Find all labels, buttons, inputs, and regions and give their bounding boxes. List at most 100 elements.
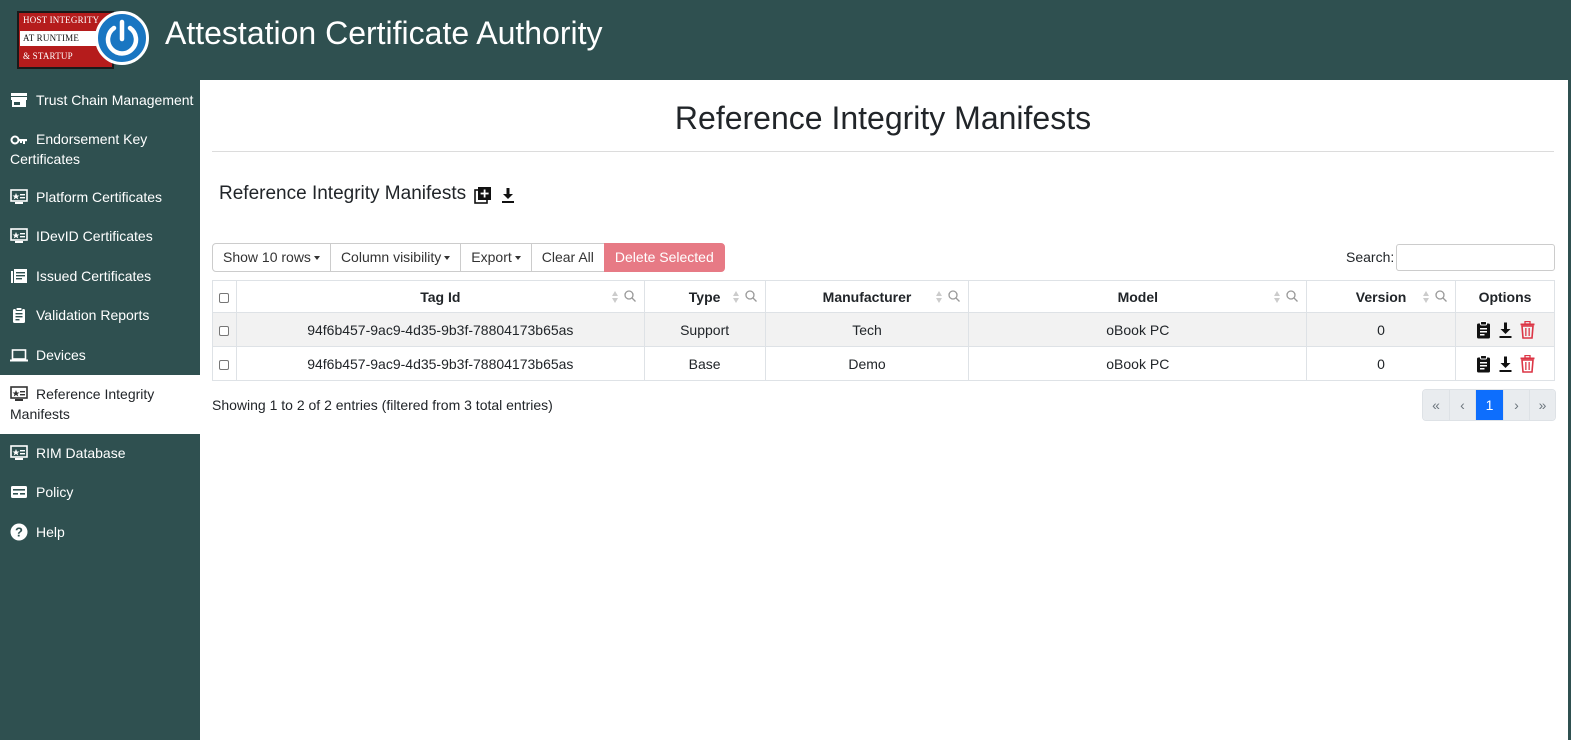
column-header-label: Type xyxy=(688,288,721,305)
row-checkbox[interactable] xyxy=(219,359,230,370)
column-search-icon xyxy=(624,290,636,302)
select-all-header xyxy=(212,280,237,313)
policy-card-icon xyxy=(10,484,28,500)
sidebar-item-label: IDevID Certificates xyxy=(36,228,153,244)
column-search-icon xyxy=(1286,290,1299,302)
title-divider xyxy=(212,151,1554,152)
column-visibility-dropdown[interactable]: Column visibility xyxy=(329,243,462,272)
sidebar-item-label: Reference Integrity Manifests xyxy=(10,386,155,422)
caret-down-icon xyxy=(444,256,451,261)
power-icon xyxy=(95,11,149,65)
sidebar-item-idevid-certificates[interactable]: IDevID Certificates xyxy=(0,226,200,246)
page-1-button[interactable]: 1 xyxy=(1475,390,1503,420)
delete-selected-button[interactable]: Delete Selected xyxy=(603,243,725,272)
clear-all-button[interactable]: Clear All xyxy=(530,243,605,272)
page-title: Reference Integrity Manifests xyxy=(674,100,1092,136)
delete-icon[interactable] xyxy=(1519,354,1536,373)
section-title: Reference Integrity Manifests xyxy=(219,183,467,204)
show-rows-dropdown[interactable]: Show 10 rows xyxy=(212,243,331,272)
stack-list-icon xyxy=(10,268,28,284)
sort-icon xyxy=(936,291,943,303)
certificate-monitor-icon xyxy=(10,386,28,402)
column-header-manufacturer[interactable]: Manufacturer xyxy=(764,280,970,313)
cell-tag-id: 94f6b457-9ac9-4d35-9b3f-78804173b65as xyxy=(235,346,645,381)
select-all-checkbox[interactable] xyxy=(219,292,230,303)
cell-options xyxy=(1455,312,1555,347)
column-header-tag-id[interactable]: Tag Id xyxy=(235,280,645,313)
column-header-label: Tag Id xyxy=(420,288,461,305)
column-search-icon xyxy=(948,290,961,302)
table-header-row: Tag Id Type Manufacturer Model Version O… xyxy=(212,280,1555,313)
search-label: Search: xyxy=(1346,249,1395,265)
column-header-version[interactable]: Version xyxy=(1306,280,1457,313)
last-page-button[interactable]: » xyxy=(1529,390,1555,420)
cell-model: oBook PC xyxy=(968,346,1308,381)
caret-down-icon xyxy=(514,256,521,261)
logo-line-3: & STARTUP xyxy=(20,49,100,64)
sidebar-item-label: RIM Database xyxy=(36,445,126,461)
certificate-monitor-icon xyxy=(10,445,28,461)
sidebar-item-reference-integrity-manifests[interactable]: Reference Integrity Manifests xyxy=(0,375,200,434)
certificate-monitor-icon xyxy=(10,189,28,205)
sort-icon xyxy=(1274,291,1281,303)
sidebar-item-devices[interactable]: Devices xyxy=(0,345,200,365)
help-icon: ? xyxy=(10,523,28,541)
previous-page-button[interactable]: ‹ xyxy=(1449,390,1475,420)
laptop-icon xyxy=(10,347,28,363)
sort-icon xyxy=(1423,291,1430,303)
cell-version: 0 xyxy=(1306,346,1457,381)
logo-line-1: HOST INTEGRITY xyxy=(20,13,100,28)
sidebar-item-validation-reports[interactable]: Validation Reports xyxy=(0,305,200,325)
table-toolbar: Show 10 rows Column visibility Export Cl… xyxy=(212,243,725,272)
svg-text:?: ? xyxy=(15,525,23,540)
download-icon[interactable] xyxy=(499,186,517,204)
download-icon[interactable] xyxy=(1497,321,1514,339)
search-input[interactable] xyxy=(1396,244,1555,271)
cell-tag-id: 94f6b457-9ac9-4d35-9b3f-78804173b65as xyxy=(235,312,645,347)
cell-version: 0 xyxy=(1306,312,1457,347)
hirs-logo[interactable]: HOST INTEGRITY AT RUNTIME & STARTUP xyxy=(17,11,149,69)
sidebar-item-help[interactable]: ? Help xyxy=(0,522,200,542)
pagination: « ‹ 1 › » xyxy=(1422,389,1556,421)
column-header-label: Manufacturer xyxy=(822,288,912,305)
export-dropdown[interactable]: Export xyxy=(460,243,532,272)
sidebar-item-label: Endorsement Key Certificates xyxy=(10,131,148,167)
app-title: Attestation Certificate Authority xyxy=(165,15,603,51)
column-header-label: Version xyxy=(1355,288,1407,305)
next-page-button[interactable]: › xyxy=(1503,390,1529,420)
cell-manufacturer: Tech xyxy=(764,312,970,347)
sidebar-item-rim-database[interactable]: RIM Database xyxy=(0,443,200,463)
table-row[interactable]: 94f6b457-9ac9-4d35-9b3f-78804173b65as Su… xyxy=(212,312,1555,347)
sort-icon xyxy=(611,291,618,303)
column-header-model[interactable]: Model xyxy=(968,280,1308,313)
sidebar-item-label: Devices xyxy=(36,347,86,363)
table-row[interactable]: 94f6b457-9ac9-4d35-9b3f-78804173b65as Ba… xyxy=(212,346,1555,381)
column-header-type[interactable]: Type xyxy=(643,280,766,313)
sidebar-item-endorsement-key-certificates[interactable]: Endorsement Key Certificates xyxy=(0,129,200,169)
cell-options xyxy=(1455,346,1555,381)
delete-icon[interactable] xyxy=(1519,320,1536,339)
cell-manufacturer: Demo xyxy=(764,346,970,381)
sidebar-item-policy[interactable]: Policy xyxy=(0,482,200,502)
sidebar-item-label: Trust Chain Management xyxy=(36,92,194,108)
download-icon[interactable] xyxy=(1497,355,1514,373)
sidebar-item-issued-certificates[interactable]: Issued Certificates xyxy=(0,266,200,286)
clipboard-details-icon[interactable] xyxy=(1475,354,1492,373)
clipboard-details-icon[interactable] xyxy=(1475,320,1492,339)
first-page-button[interactable]: « xyxy=(1423,390,1449,420)
sidebar-item-label: Help xyxy=(36,524,65,540)
show-rows-label: Show 10 rows xyxy=(223,249,311,265)
row-checkbox[interactable] xyxy=(219,325,230,336)
sidebar-item-platform-certificates[interactable]: Platform Certificates xyxy=(0,187,200,207)
main-content: Reference Integrity Manifests Reference … xyxy=(200,80,1568,740)
app-header: HOST INTEGRITY AT RUNTIME & STARTUP Atte… xyxy=(0,0,1571,80)
add-upload-icon[interactable] xyxy=(474,186,492,204)
sidebar: Trust Chain Management Endorsement Key C… xyxy=(0,80,200,740)
column-header-label: Model xyxy=(1117,288,1159,305)
cell-type: Support xyxy=(643,312,766,347)
column-search-icon xyxy=(1435,290,1447,302)
caret-down-icon xyxy=(313,256,320,261)
column-header-options: Options xyxy=(1455,280,1555,313)
column-search-icon xyxy=(744,290,757,302)
sidebar-item-trust-chain-management[interactable]: Trust Chain Management xyxy=(0,90,200,110)
